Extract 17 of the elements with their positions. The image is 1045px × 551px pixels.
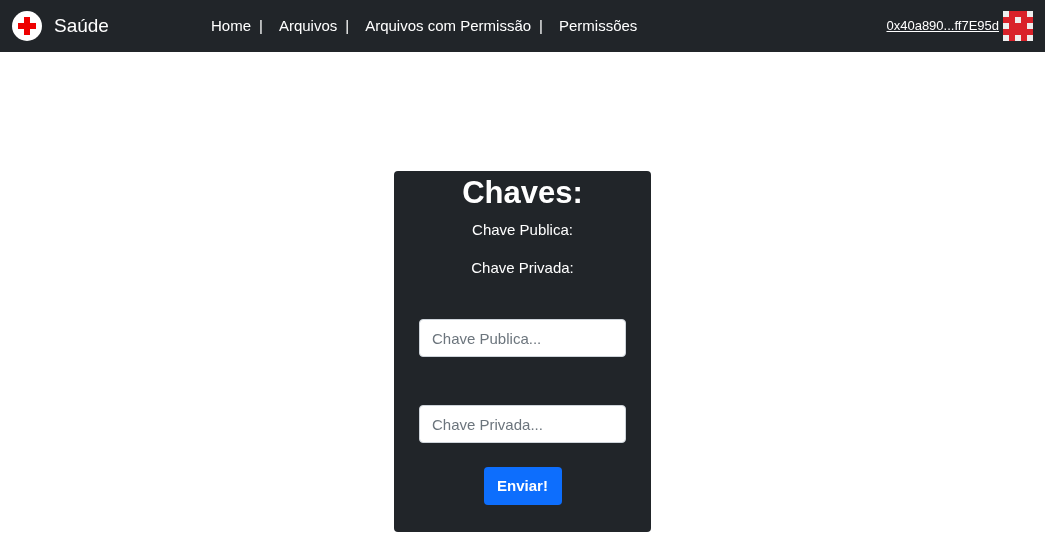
- nav-separator: |: [259, 15, 264, 36]
- key-label: Chave Privada:: [471, 258, 574, 278]
- submit-button[interactable]: Enviar!: [483, 467, 562, 505]
- brand-name[interactable]: Saúde: [54, 11, 109, 41]
- nav-link[interactable]: Arquivos com Permissão: [357, 14, 540, 38]
- identicon-icon: [1003, 11, 1033, 41]
- nav-link[interactable]: Home: [203, 14, 259, 38]
- account-address-link[interactable]: 0x40a890...ff7E95d: [886, 16, 999, 36]
- card-title: Chaves:: [462, 174, 583, 212]
- nav-separator: |: [539, 15, 544, 36]
- key-label: Chave Publica:: [472, 220, 573, 240]
- nav-separator: |: [345, 15, 351, 36]
- nav-link[interactable]: Arquivos: [270, 14, 346, 38]
- input-field[interactable]: Chave Privada...: [419, 405, 626, 443]
- nav-link[interactable]: Permissões: [551, 14, 646, 38]
- input-field[interactable]: Chave Publica...: [419, 319, 626, 357]
- cross-logo-icon[interactable]: [12, 11, 42, 41]
